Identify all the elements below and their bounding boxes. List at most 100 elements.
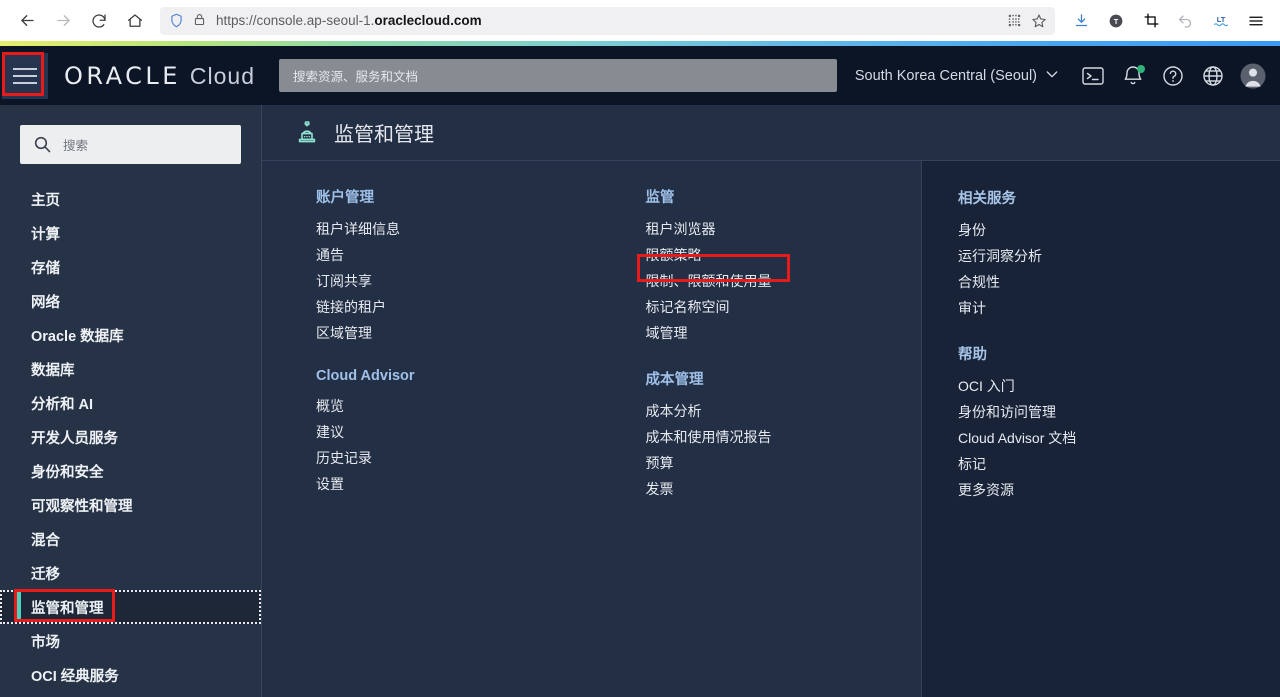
menu-group: 账户管理租户详细信息 通告 订阅共享 链接的租户 区域管理 (316, 186, 592, 346)
sidebar-item-8[interactable]: 身份和安全 (0, 454, 261, 488)
menu-group-title: Cloud Advisor (316, 368, 415, 384)
shield-icon[interactable] (168, 12, 185, 29)
bookmark-star-icon[interactable] (1030, 12, 1047, 29)
url-prefix: https://console.ap-seoul-1. (216, 13, 375, 28)
svg-text:LT: LT (1217, 14, 1226, 23)
sidebar-item-7[interactable]: 开发人员服务 (0, 420, 261, 454)
sidebar-item-label: 数据库 (31, 362, 75, 379)
sidebar-item-0[interactable]: 主页 (0, 182, 261, 216)
menu-link[interactable]: 预算 (646, 450, 674, 476)
sidebar-item-9[interactable]: 可观察性和管理 (0, 488, 261, 522)
menu-group: Cloud Advisor 概览 建议 历史记录 设置 (316, 368, 592, 497)
menu-link[interactable]: 标记 (958, 451, 986, 477)
logo-oracle-text: ORACLE (64, 61, 181, 90)
sidebar-item-label: 迁移 (31, 566, 60, 583)
menu-link[interactable]: 概览 (316, 393, 344, 419)
download-icon[interactable] (1065, 6, 1097, 36)
sidebar-item-10[interactable]: 混合 (0, 522, 261, 556)
menu-link[interactable]: 身份 (958, 217, 986, 243)
menu-link[interactable]: 设置 (316, 471, 344, 497)
menu-link[interactable]: 发票 (646, 476, 674, 502)
menu-link[interactable]: 历史记录 (316, 445, 372, 471)
forward-arrow-icon[interactable] (46, 5, 80, 37)
tracking-protection-icon[interactable]: T (1100, 6, 1132, 36)
sidebar-item-6[interactable]: 分析和 AI (0, 386, 261, 420)
sidebar-item-1[interactable]: 计算 (0, 216, 261, 250)
sidebar-item-label: 计算 (31, 226, 60, 243)
menu-group-title: 相关服务 (958, 191, 1016, 207)
url-text: https://console.ap-seoul-1.oraclecloud.c… (216, 13, 999, 28)
back-arrow-icon[interactable] (10, 5, 44, 37)
qr-code-icon[interactable] (1006, 12, 1023, 29)
browser-nav-buttons (0, 5, 152, 37)
menu-link[interactable]: 成本分析 (646, 398, 702, 424)
menu-body: 账户管理租户详细信息 通告 订阅共享 链接的租户 区域管理 Cloud Advisor 概览… (262, 161, 1280, 697)
sidebar-item-label: 市场 (31, 634, 60, 651)
sidebar-item-14[interactable]: OCI 经典服务 (0, 658, 261, 692)
crop-screenshot-icon[interactable] (1135, 6, 1167, 36)
oracle-cloud-logo[interactable]: ORACLE Cloud (64, 62, 255, 90)
search-icon (33, 135, 52, 154)
lock-icon[interactable] (192, 12, 209, 29)
menu-link[interactable]: 成本和使用情况报告 (646, 424, 772, 450)
sidebar-item-13[interactable]: 市场 (0, 624, 261, 658)
cloud-shell-icon[interactable] (1080, 63, 1106, 89)
global-search-input[interactable]: 搜索资源、服务和文档 (279, 59, 837, 92)
menu-link[interactable]: 运行洞察分析 (958, 243, 1042, 269)
menu-link[interactable]: 限额策略 (646, 242, 702, 268)
menu-link[interactable]: 租户详细信息 (316, 216, 400, 242)
menu-link[interactable]: 更多资源 (958, 477, 1014, 503)
menu-link[interactable]: 链接的租户 (316, 294, 386, 320)
menu-group-title: 账户管理 (316, 190, 374, 206)
sidebar-item-label: 监管和管理 (31, 600, 104, 617)
region-selector[interactable]: South Korea Central (Seoul) (855, 66, 1060, 86)
sidebar-item-label: 开发人员服务 (31, 430, 118, 447)
home-icon[interactable] (118, 5, 152, 37)
languagetool-icon[interactable]: LT (1205, 6, 1237, 36)
menu-link[interactable]: 通告 (316, 242, 344, 268)
sidebar-item-5[interactable]: 数据库 (0, 352, 261, 386)
address-bar[interactable]: https://console.ap-seoul-1.oraclecloud.c… (160, 6, 1055, 35)
help-question-icon[interactable] (1160, 63, 1186, 89)
menu-column-related: 相关服务身份 运行洞察分析 合规性 审计帮助 OCI 入门 身份和访问管理 Cloud Ad… (922, 187, 1280, 503)
governance-stamp-icon (294, 120, 320, 146)
menu-group: 成本管理成本分析 成本和使用情况报告 预算 发票 (646, 368, 922, 502)
menu-link[interactable]: 域管理 (646, 320, 688, 346)
menu-link[interactable]: 建议 (316, 419, 344, 445)
browser-menu-icon[interactable] (1240, 6, 1272, 36)
navigation-sidebar: 搜索 主页计算存储 网络 Oracle 数据库数据库分析和 AI 开发人员服务 身份和安… (0, 105, 262, 697)
undo-icon[interactable] (1170, 6, 1202, 36)
globe-icon[interactable] (1200, 63, 1226, 89)
sidebar-item-label: 可观察性和管理 (31, 498, 133, 515)
sidebar-item-12[interactable]: 监管和管理 (0, 590, 261, 624)
menu-link[interactable]: 订阅共享 (316, 268, 372, 294)
menu-link[interactable]: 区域管理 (316, 320, 372, 346)
menu-group: 相关服务身份 运行洞察分析 合规性 审计 (958, 187, 1280, 321)
sidebar-search-input[interactable]: 搜索 (20, 125, 241, 164)
sidebar-item-4[interactable]: Oracle 数据库 (0, 318, 261, 352)
sidebar-item-label: 混合 (31, 532, 60, 549)
menu-link[interactable]: 合规性 (958, 269, 1000, 295)
bell-icon[interactable] (1120, 63, 1146, 89)
hamburger-menu-icon[interactable] (2, 52, 48, 99)
menu-link[interactable]: 身份和访问管理 (958, 399, 1056, 425)
sidebar-item-11[interactable]: 迁移 (0, 556, 261, 590)
menu-group: 帮助 OCI 入门 身份和访问管理 Cloud Advisor 文档 标记 更多资源 (958, 343, 1280, 503)
menu-link[interactable]: OCI 入门 (958, 373, 1015, 399)
menu-link[interactable]: Cloud Advisor 文档 (958, 425, 1076, 451)
menu-link[interactable]: 限制、限额和使用量 (646, 268, 772, 294)
chevron-down-icon (1044, 66, 1060, 86)
menu-link[interactable]: 标记名称空间 (646, 294, 730, 320)
menu-left-columns: 账户管理租户详细信息 通告 订阅共享 链接的租户 区域管理 Cloud Advisor 概览… (262, 161, 921, 697)
menu-link[interactable]: 租户浏览器 (646, 216, 716, 242)
sidebar-item-2[interactable]: 存储 (0, 250, 261, 284)
global-search-placeholder: 搜索资源、服务和文档 (293, 70, 419, 84)
menu-group-title: 帮助 (958, 347, 987, 363)
sidebar-item-label: 身份和安全 (31, 464, 104, 481)
reload-icon[interactable] (82, 5, 116, 37)
oracle-cloud-header: ORACLE Cloud 搜索资源、服务和文档 South Korea Cent… (0, 46, 1280, 105)
menu-link[interactable]: 审计 (958, 295, 986, 321)
sidebar-item-3[interactable]: 网络 (0, 284, 261, 318)
menu-group-title: 成本管理 (645, 372, 704, 388)
user-avatar-icon[interactable] (1240, 62, 1266, 89)
